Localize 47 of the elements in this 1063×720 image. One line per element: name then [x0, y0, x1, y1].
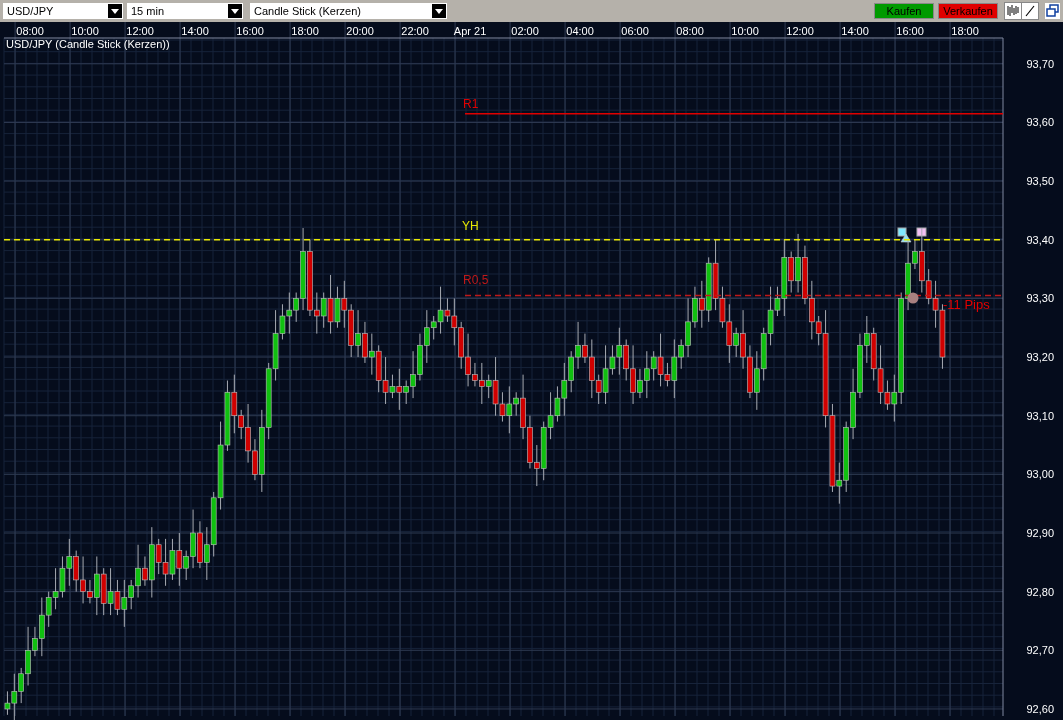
square-marker-icon — [897, 227, 907, 237]
time-axis-label: 12:00 — [786, 25, 814, 37]
price-axis-label: 92,80 — [1026, 585, 1054, 598]
time-axis-label: 18:00 — [951, 25, 979, 37]
time-axis-label: 20:00 — [346, 25, 374, 37]
level-label: R1 — [463, 97, 479, 111]
pips-annotation: -11 Pips — [943, 297, 990, 312]
time-axis-label: 10:00 — [731, 25, 759, 37]
time-axis-label: 08:00 — [16, 25, 44, 37]
windows-icon[interactable] — [1045, 3, 1060, 19]
trade-button[interactable]: Kaufen — [874, 3, 934, 19]
price-axis-label: 93,70 — [1026, 57, 1054, 70]
time-axis-label: 08:00 — [676, 25, 704, 37]
level-label: R0,5 — [463, 273, 489, 287]
time-axis-label: 18:00 — [291, 25, 319, 37]
price-axis-label: 93,00 — [1026, 468, 1054, 481]
time-axis-label: 06:00 — [621, 25, 649, 37]
price-axis-label: 92,70 — [1026, 644, 1054, 657]
square-marker-icon — [916, 227, 927, 237]
time-axis-label: 02:00 — [511, 25, 539, 37]
time-axis-label: 12:00 — [126, 25, 154, 37]
triangle-marker-icon — [900, 233, 912, 243]
price-axis-label: 93,30 — [1026, 292, 1054, 305]
chart-title: USD/JPY (Candle Stick (Kerzen)) — [6, 38, 170, 50]
time-axis-label: Apr 21 — [453, 25, 487, 37]
time-axis-label: 22:00 — [401, 25, 429, 37]
price-axis-label: 92,60 — [1026, 702, 1054, 715]
price-axis-label: 93,50 — [1026, 175, 1054, 188]
time-axis-label: 10:00 — [71, 25, 99, 37]
price-axis-label: 93,60 — [1026, 116, 1054, 129]
line-draw-icon[interactable] — [1022, 3, 1038, 19]
price-axis-label: 93,10 — [1026, 409, 1054, 422]
level-label: YH — [462, 219, 479, 233]
price-axis-label: 93,20 — [1026, 351, 1054, 364]
dropdown-field[interactable]: USD/JPY — [3, 3, 123, 19]
price-axis-label: 92,90 — [1026, 527, 1054, 539]
trade-button[interactable]: Verkaufen — [938, 3, 998, 19]
time-axis-label: 16:00 — [236, 25, 264, 37]
time-axis-label: 04:00 — [566, 25, 594, 37]
time-axis-label: 16:00 — [896, 25, 924, 37]
dropdown-field[interactable]: Candle Stick (Kerzen) — [250, 3, 447, 19]
price-axis-label: 93,40 — [1026, 233, 1054, 246]
circle-marker-icon — [907, 292, 919, 304]
dropdown-field[interactable]: 15 min — [127, 3, 243, 19]
time-axis-label: 14:00 — [841, 25, 869, 37]
time-axis-label: 14:00 — [181, 25, 209, 37]
bar-chart-icon[interactable] — [1005, 3, 1021, 19]
